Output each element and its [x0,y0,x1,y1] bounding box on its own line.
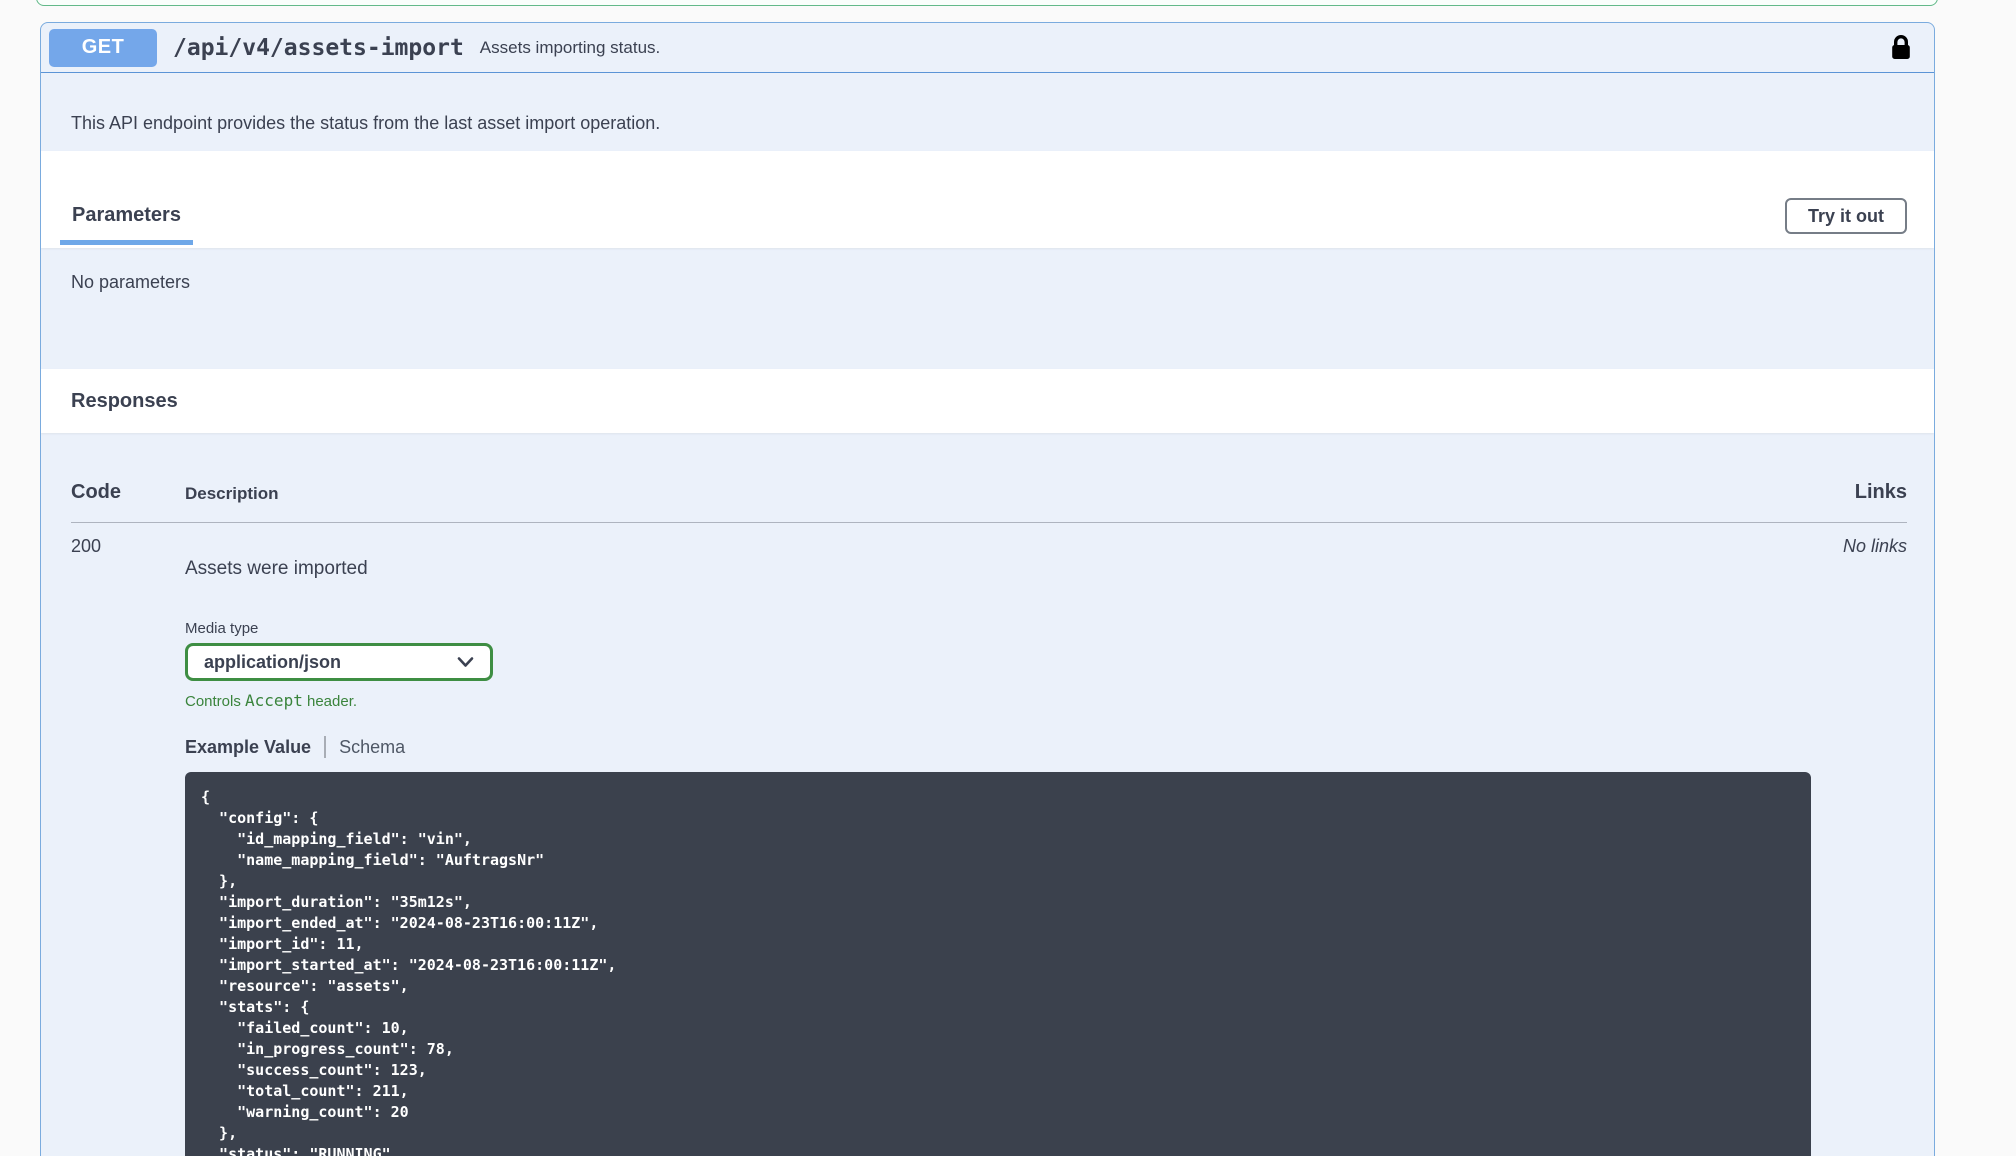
example-json-code: { "config": { "id_mapping_field": "vin",… [201,787,1795,1156]
tab-divider [324,736,326,758]
authorization-lock-button[interactable] [1890,34,1912,62]
endpoint-summary: Assets importing status. [480,38,660,58]
hint-suffix: header. [303,693,357,710]
responses-table: Code Description Links 200 Assets were i… [41,433,1934,1156]
media-type-select[interactable]: application/json [185,643,493,681]
response-description-cell: Assets were imported Media type applicat… [185,536,1809,1156]
tab-schema[interactable]: Schema [339,737,405,758]
try-it-out-button[interactable]: Try it out [1785,198,1907,234]
operation-block-get: GET /api/v4/assets-import Assets importi… [40,22,1935,1156]
response-links-cell: No links [1809,536,1907,557]
column-header-description: Description [185,484,1809,504]
response-description-text: Assets were imported [185,558,1809,580]
tab-parameters[interactable]: Parameters [60,204,193,245]
parameters-section-header: Parameters Try it out [41,151,1934,248]
hint-prefix: Controls [185,693,245,710]
previous-endpoint-block-edge [36,0,1938,6]
tab-example-value[interactable]: Example Value [185,737,311,758]
endpoint-path: /api/v4/assets-import [173,35,464,61]
column-header-links: Links [1809,481,1907,504]
media-type-label: Media type [185,620,1809,637]
parameters-body: No parameters [41,248,1934,369]
responses-table-header-row: Code Description Links [71,433,1907,523]
example-json-block: { "config": { "id_mapping_field": "vin",… [185,772,1811,1156]
endpoint-description: This API endpoint provides the status fr… [41,73,1934,151]
http-method-badge: GET [49,29,157,67]
no-parameters-message: No parameters [71,272,190,292]
chevron-down-icon [457,656,474,668]
responses-title: Responses [71,390,178,413]
column-header-code: Code [71,481,185,504]
response-code: 200 [71,536,185,557]
operation-header[interactable]: GET /api/v4/assets-import Assets importi… [41,23,1934,73]
responses-section-header: Responses [41,369,1934,433]
table-row: 200 Assets were imported Media type appl… [71,523,1907,1156]
example-schema-tabs: Example Value Schema [185,736,1809,758]
accept-header-hint: Controls Accept header. [185,691,1809,710]
media-type-selected-value: application/json [204,652,457,673]
hint-accept-code: Accept [245,691,303,710]
lock-icon [1890,34,1912,62]
